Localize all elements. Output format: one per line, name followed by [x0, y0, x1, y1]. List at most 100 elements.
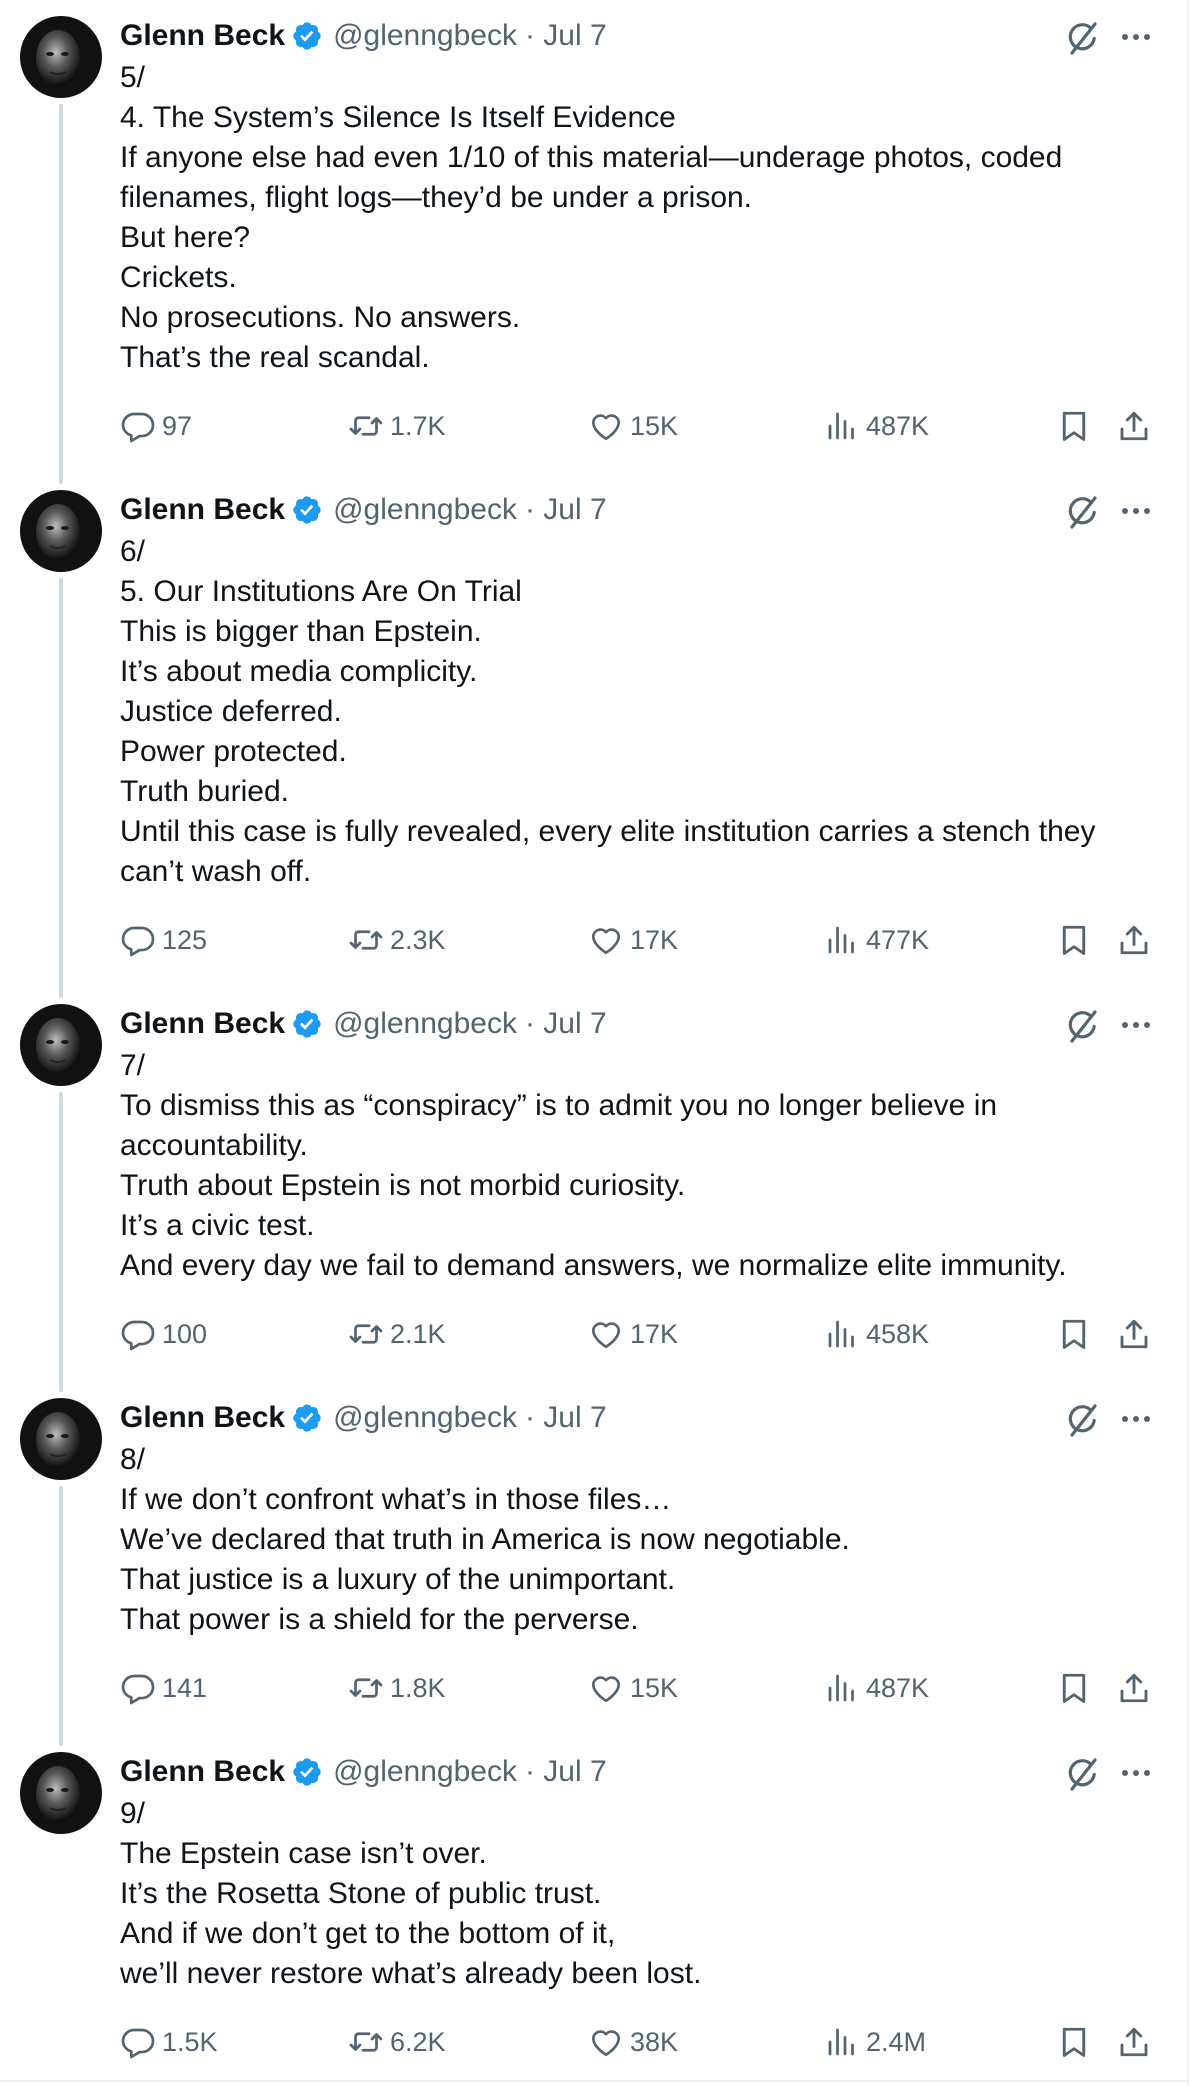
tweet-date[interactable]: · Jul 7: [525, 1007, 607, 1041]
retweet-count: 2.1K: [390, 1318, 446, 1349]
tweet-text-line: Power protected.: [120, 735, 347, 768]
tweet-text-line: Crickets.: [120, 261, 237, 294]
tweet[interactable]: Glenn Beck @glenngbeck · Jul 7 6/5. Our Ins…: [0, 474, 1187, 968]
verified-badge-icon[interactable]: [291, 494, 323, 526]
tweet-text-line: can’t wash off.: [120, 855, 312, 888]
share-button[interactable]: [1116, 1312, 1158, 1356]
bookmark-button[interactable]: [1056, 404, 1098, 448]
retweet-icon: [348, 408, 390, 444]
more-icon[interactable]: [1118, 496, 1154, 526]
author-name[interactable]: Glenn Beck: [120, 493, 285, 527]
like-button[interactable]: 15K: [588, 1666, 678, 1710]
views-button[interactable]: 2.4M: [824, 2020, 926, 2064]
grok-icon[interactable]: [1063, 492, 1103, 532]
like-button[interactable]: 17K: [588, 918, 678, 962]
tweet-date[interactable]: · Jul 7: [525, 1401, 607, 1435]
retweet-icon: [348, 1670, 390, 1706]
author-name[interactable]: Glenn Beck: [120, 1007, 285, 1041]
tweet[interactable]: Glenn Beck @glenngbeck · Jul 7 7/To dismiss…: [0, 988, 1187, 1362]
author-handle[interactable]: @glenngbeck: [333, 1401, 517, 1435]
share-icon: [1116, 2024, 1158, 2060]
verified-badge-icon[interactable]: [291, 20, 323, 52]
views-button[interactable]: 477K: [824, 918, 929, 962]
tweet-body: 8/If we don’t confront what’s in those f…: [120, 1440, 1150, 1640]
reply-button[interactable]: 1.5K: [120, 2020, 218, 2064]
like-count: 17K: [630, 1318, 679, 1349]
retweet-icon: [348, 1316, 390, 1352]
more-icon[interactable]: [1118, 22, 1154, 52]
bookmark-button[interactable]: [1056, 1312, 1098, 1356]
author-name[interactable]: Glenn Beck: [120, 1755, 285, 1789]
tweet-text-line: The Epstein case isn’t over.: [120, 1837, 487, 1870]
retweet-button[interactable]: 1.7K: [348, 404, 446, 448]
tweet-text-line: If we don’t confront what’s in those fil…: [120, 1483, 672, 1516]
tweet-text-line: It’s about media complicity.: [120, 655, 478, 688]
bookmark-button[interactable]: [1056, 918, 1098, 962]
author-handle[interactable]: @glenngbeck: [333, 1007, 517, 1041]
tweet-text-line: accountability.: [120, 1129, 308, 1162]
grok-icon[interactable]: [1063, 18, 1103, 58]
views-button[interactable]: 487K: [824, 404, 929, 448]
more-icon[interactable]: [1118, 1758, 1154, 1788]
share-button[interactable]: [1116, 1666, 1158, 1710]
verified-badge-icon[interactable]: [291, 1402, 323, 1434]
retweet-button[interactable]: 2.1K: [348, 1312, 446, 1356]
like-button[interactable]: 15K: [588, 404, 678, 448]
like-button[interactable]: 17K: [588, 1312, 678, 1356]
verified-badge-icon[interactable]: [291, 1756, 323, 1788]
tweet-text-line: we’ll never restore what’s already been …: [120, 1957, 702, 1990]
reply-icon: [120, 408, 162, 444]
author-handle[interactable]: @glenngbeck: [333, 493, 517, 527]
bookmark-icon: [1056, 1316, 1098, 1352]
share-button[interactable]: [1116, 2020, 1158, 2064]
avatar[interactable]: [20, 1004, 102, 1086]
reply-button[interactable]: 141: [120, 1666, 207, 1710]
share-icon: [1116, 922, 1158, 958]
author-name[interactable]: Glenn Beck: [120, 1401, 285, 1435]
tweet-text-line: 7/: [120, 1049, 146, 1082]
author-handle[interactable]: @glenngbeck: [333, 1755, 517, 1789]
tweet[interactable]: Glenn Beck @glenngbeck · Jul 7 5/4. The Sys…: [0, 0, 1187, 454]
reply-count: 125: [162, 924, 208, 955]
more-icon[interactable]: [1118, 1010, 1154, 1040]
bookmark-icon: [1056, 1670, 1098, 1706]
grok-icon[interactable]: [1063, 1006, 1103, 1046]
grok-icon[interactable]: [1063, 1754, 1103, 1794]
avatar[interactable]: [20, 1398, 102, 1480]
reply-button[interactable]: 97: [120, 404, 192, 448]
retweet-icon: [348, 922, 390, 958]
like-button[interactable]: 38K: [588, 2020, 678, 2064]
verified-badge-icon[interactable]: [291, 1008, 323, 1040]
views-button[interactable]: 487K: [824, 1666, 929, 1710]
tweet-text-line: 5. Our Institutions Are On Trial: [120, 575, 522, 608]
tweet-body: 7/To dismiss this as “conspiracy” is to …: [120, 1046, 1150, 1286]
avatar[interactable]: [20, 1752, 102, 1834]
reply-icon: [120, 922, 162, 958]
more-icon[interactable]: [1118, 1404, 1154, 1434]
retweet-count: 1.7K: [390, 410, 446, 441]
avatar[interactable]: [20, 490, 102, 572]
avatar[interactable]: [20, 16, 102, 98]
reply-button[interactable]: 125: [120, 918, 207, 962]
author-handle[interactable]: @glenngbeck: [333, 19, 517, 53]
tweet-date[interactable]: · Jul 7: [525, 19, 607, 53]
like-icon: [588, 922, 630, 958]
grok-icon[interactable]: [1063, 1400, 1103, 1440]
reply-count: 97: [162, 410, 193, 441]
tweet-body: 5/4. The System’s Silence Is Itself Evid…: [120, 58, 1150, 378]
bookmark-button[interactable]: [1056, 2020, 1098, 2064]
tweet[interactable]: Glenn Beck @glenngbeck · Jul 7 9/The Epstei…: [0, 1736, 1187, 2070]
retweet-button[interactable]: 6.2K: [348, 2020, 446, 2064]
retweet-button[interactable]: 2.3K: [348, 918, 446, 962]
share-icon: [1116, 1670, 1158, 1706]
views-button[interactable]: 458K: [824, 1312, 929, 1356]
tweet[interactable]: Glenn Beck @glenngbeck · Jul 7 8/If we don’…: [0, 1382, 1187, 1716]
reply-button[interactable]: 100: [120, 1312, 207, 1356]
author-name[interactable]: Glenn Beck: [120, 19, 285, 53]
bookmark-button[interactable]: [1056, 1666, 1098, 1710]
share-button[interactable]: [1116, 918, 1158, 962]
share-button[interactable]: [1116, 404, 1158, 448]
retweet-button[interactable]: 1.8K: [348, 1666, 446, 1710]
tweet-date[interactable]: · Jul 7: [525, 1755, 607, 1789]
tweet-date[interactable]: · Jul 7: [525, 493, 607, 527]
